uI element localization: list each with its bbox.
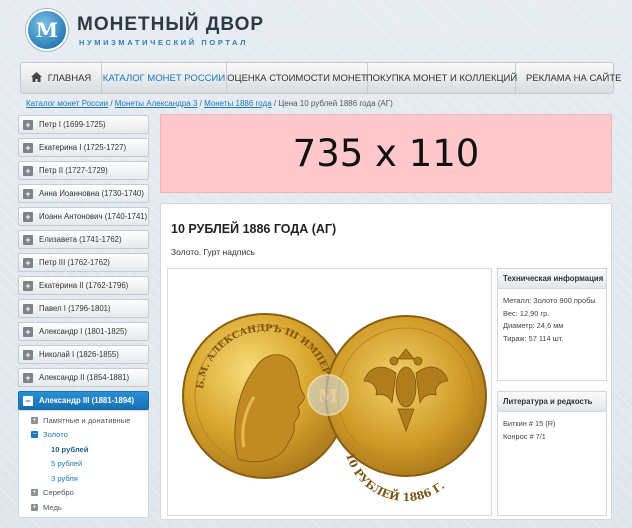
plus-icon: +: [23, 349, 33, 360]
tech-info-row: Тираж: 57 114 шт.: [503, 333, 564, 343]
plus-icon: +: [23, 142, 33, 153]
subtree-copper[interactable]: + Медь: [19, 500, 148, 515]
sidebar-subtree: + Памятные и донативные − Золото 10 рублей…: [18, 410, 149, 518]
plus-icon: +: [23, 234, 33, 245]
sidebar-item-label: Николай I (1826-1855): [39, 350, 119, 359]
watermark-letter: М: [318, 386, 338, 407]
banner-size-text: 735 x 110: [292, 132, 480, 175]
top-navigation: ГЛАВНАЯ КАТАЛОГ МОНЕТ РОССИИ ОЦЕНКА СТОИ…: [20, 62, 621, 94]
coin-description: Золото. Гурт надпись: [171, 247, 255, 257]
plus-icon: +: [31, 503, 38, 511]
sidebar-item[interactable]: + Петр III (1762-1762): [18, 253, 149, 272]
sidebar-item-label: Екатерина II (1762-1796): [39, 281, 129, 290]
sidebar-item-label: Петр II (1727-1729): [39, 166, 108, 175]
plus-icon: +: [31, 416, 38, 424]
tech-info-title: Техническая информация: [498, 269, 606, 289]
coin-photo: Б.М. АЛЕКСАНДРЪ III ИМПЕРАТОРЪ И САМОДЕР…: [168, 269, 487, 504]
sidebar-item-label: Елизавета (1741-1762): [39, 235, 122, 244]
plus-icon: +: [23, 188, 33, 199]
sidebar-item[interactable]: + Александр II (1854-1881): [18, 368, 149, 387]
subtree-gold-3-rub[interactable]: 3 рубля: [19, 471, 148, 486]
tech-info-panel: Техническая информация Металл: Золото 90…: [497, 268, 607, 381]
site-title[interactable]: МОНЕТНЫЙ ДВОР: [77, 14, 264, 36]
sidebar-item[interactable]: + Екатерина I (1725-1727): [18, 138, 149, 157]
literature-panel: Литература и редкость Биткин # 15 (R) Ко…: [497, 391, 607, 516]
nav-home[interactable]: ГЛАВНАЯ: [21, 63, 102, 93]
sidebar-item-label: Екатерина I (1725-1727): [39, 143, 127, 152]
plus-icon: +: [31, 489, 38, 497]
sidebar-item[interactable]: + Петр I (1699-1725): [18, 115, 149, 134]
breadcrumb-current: Цена 10 рублей 1886 года (АГ): [278, 99, 393, 108]
sidebar: + Петр I (1699-1725) + Екатерина I (1725-1…: [18, 115, 149, 518]
sidebar-item[interactable]: + Елизавета (1741-1762): [18, 230, 149, 249]
coin-obverse: Б.М. АЛЕКСАНДРЪ III ИМПЕРАТОРЪ И САМОДЕР…: [168, 269, 348, 479]
plus-icon: +: [23, 303, 33, 314]
site-subtitle: НУМИЗМАТИЧЕСКИЙ ПОРТАЛ: [79, 38, 249, 47]
subtree-memorial[interactable]: + Памятные и донативные: [19, 413, 148, 428]
plus-icon: +: [23, 119, 33, 130]
logo-letter: М: [35, 18, 59, 42]
sidebar-item[interactable]: + Екатерина II (1762-1796): [18, 276, 149, 295]
plus-icon: +: [23, 257, 33, 268]
subtree-silver[interactable]: + Серебро: [19, 486, 148, 501]
subtree-label: Памятные и донативные: [43, 415, 131, 425]
sidebar-item-label: Анна Иоанновна (1730-1740): [39, 189, 144, 198]
breadcrumb: Каталог монет России / Монеты Александра…: [26, 99, 393, 108]
nav-advertising[interactable]: РЕКЛАМА НА САЙТЕ: [516, 63, 631, 93]
breadcrumb-link-1886[interactable]: Монеты 1886 года: [204, 99, 272, 108]
literature-title: Литература и редкость: [498, 392, 606, 412]
watermark-icon: М: [307, 374, 349, 416]
nav-buy-coins[interactable]: ПОКУПКА МОНЕТ И КОЛЛЕКЦИЙ: [366, 63, 517, 93]
sidebar-item-label: Иоанн Антонович (1740-1741): [39, 212, 148, 221]
tech-info-row: Диаметр: 24,6 мм: [503, 321, 564, 330]
sidebar-item-label: Александр III (1881-1894): [39, 396, 135, 405]
breadcrumb-separator: /: [108, 99, 115, 108]
sidebar-item-label: Павел I (1796-1801): [39, 304, 111, 313]
nav-catalog[interactable]: КАТАЛОГ МОНЕТ РОССИИ: [102, 63, 227, 93]
plus-icon: +: [23, 326, 33, 337]
breadcrumb-link-catalog[interactable]: Каталог монет России: [26, 99, 108, 108]
sidebar-item[interactable]: + Петр II (1727-1729): [18, 161, 149, 180]
subtree-gold-5-rub[interactable]: 5 рублей: [19, 457, 148, 472]
plus-icon: +: [23, 280, 33, 291]
sidebar-item[interactable]: + Николай I (1826-1855): [18, 345, 149, 364]
subtree-label: Золото: [43, 430, 68, 440]
sidebar-item[interactable]: + Александр I (1801-1825): [18, 322, 149, 341]
sidebar-item[interactable]: + Павел I (1796-1801): [18, 299, 149, 318]
subtree-gold[interactable]: − Золото: [19, 428, 148, 443]
literature-row: Биткин # 15 (R): [503, 419, 556, 428]
sidebar-item-label: Александр II (1854-1881): [39, 373, 130, 382]
sidebar-item-label: Петр III (1762-1762): [39, 258, 110, 267]
subtree-label: Серебро: [43, 488, 74, 498]
sidebar-item-label: Петр I (1699-1725): [39, 120, 106, 129]
sidebar-item[interactable]: + Анна Иоанновна (1730-1740): [18, 184, 149, 203]
logo-icon[interactable]: М: [26, 9, 68, 51]
tech-info-row: Вес: 12,90 гр.: [503, 308, 550, 318]
ad-banner-placeholder[interactable]: 735 x 110: [160, 114, 612, 193]
nav-valuation[interactable]: ОЦЕНКА СТОИМОСТИ МОНЕТ: [227, 63, 368, 93]
subtree-gold-10-rub[interactable]: 10 рублей: [19, 442, 148, 457]
minus-icon: −: [23, 395, 33, 406]
home-icon: [30, 71, 42, 85]
coin-image[interactable]: Б.М. АЛЕКСАНДРЪ III ИМПЕРАТОРЪ И САМОДЕР…: [167, 268, 492, 516]
tech-info-row: Металл: Золото 900 пробы: [503, 296, 596, 305]
coin-reverse: 10 РУБЛЕЙ 1886 Г.: [325, 315, 487, 504]
subtree-label: Медь: [43, 502, 62, 512]
site-header: М МОНЕТНЫЙ ДВОР НУМИЗМАТИЧЕСКИЙ ПОРТАЛ: [0, 0, 632, 62]
coin-card: 10 РУБЛЕЙ 1886 ГОДА (АГ) Золото. Гурт на…: [160, 203, 612, 520]
page-title: 10 РУБЛЕЙ 1886 ГОДА (АГ): [171, 222, 337, 236]
plus-icon: +: [23, 165, 33, 176]
sidebar-item-active[interactable]: − Александр III (1881-1894): [18, 391, 149, 410]
sidebar-item[interactable]: + Иоанн Антонович (1740-1741): [18, 207, 149, 226]
breadcrumb-link-alexander3[interactable]: Монеты Александра 3: [115, 99, 198, 108]
minus-icon: −: [31, 431, 38, 439]
plus-icon: +: [23, 211, 33, 222]
plus-icon: +: [23, 372, 33, 383]
literature-row: Конрос # 7/1: [503, 431, 546, 441]
nav-home-label: ГЛАВНАЯ: [47, 72, 92, 84]
sidebar-item-label: Александр I (1801-1825): [39, 327, 127, 336]
